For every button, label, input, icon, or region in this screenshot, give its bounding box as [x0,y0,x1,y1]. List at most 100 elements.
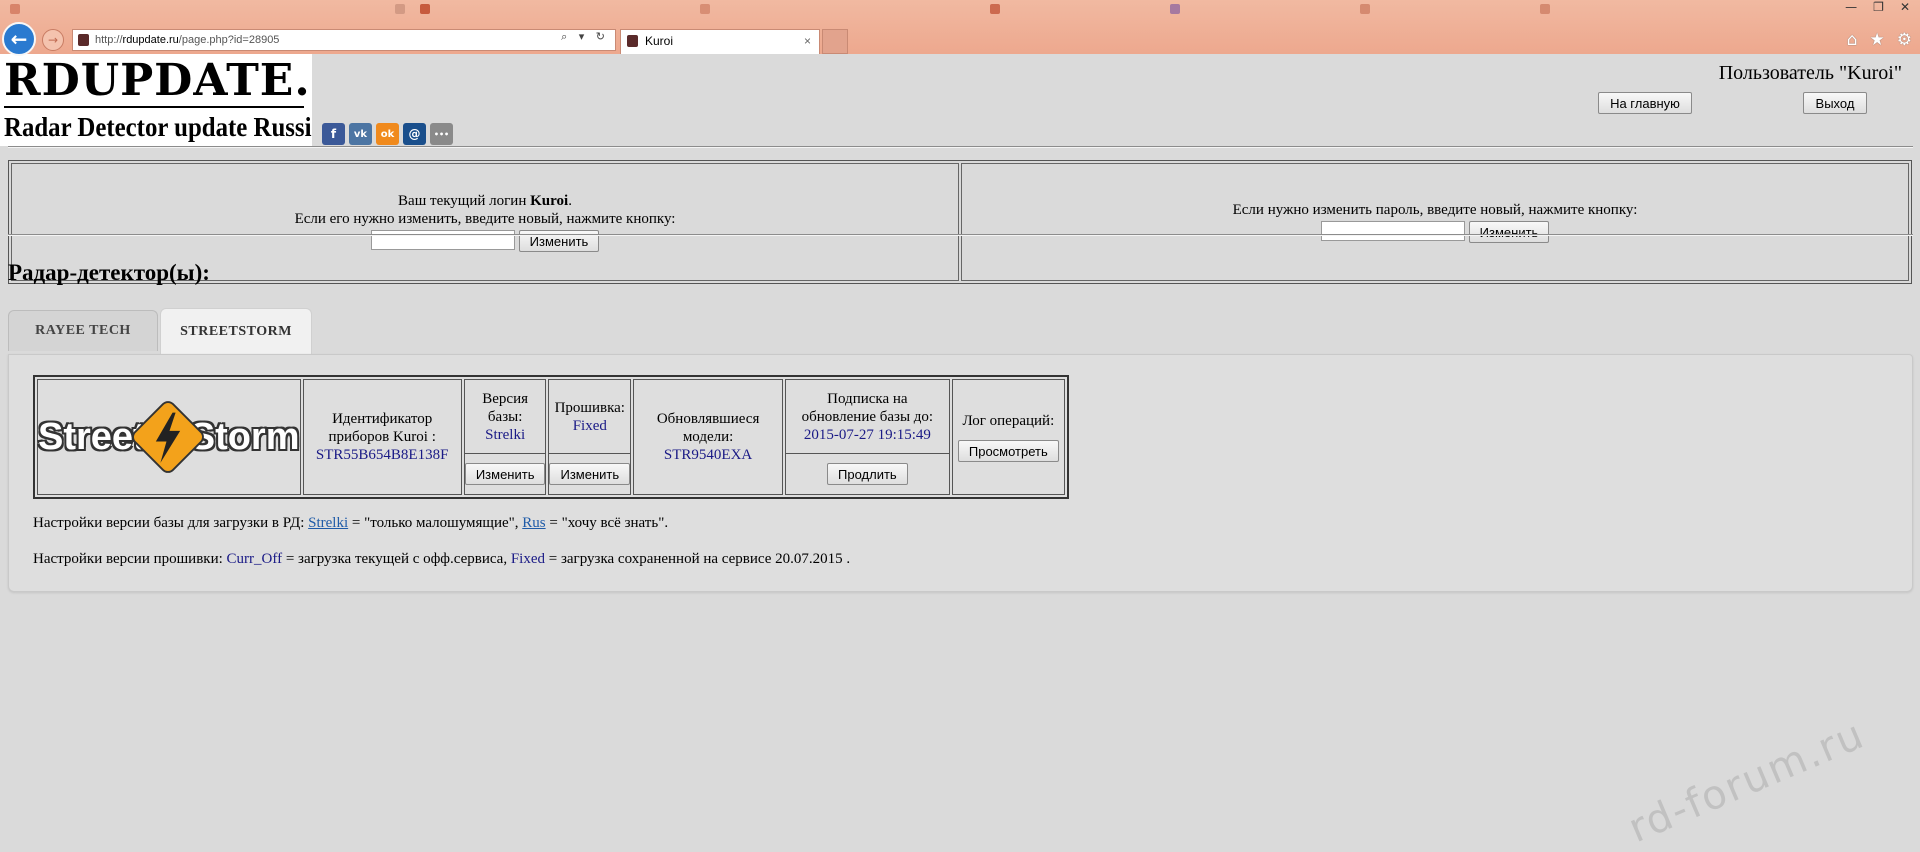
identifier-value: STR55B654B8E138F [315,447,449,463]
change-firmware-button[interactable]: Изменить [549,463,631,485]
tab-streetstorm[interactable]: STREETSTORM [160,308,312,354]
site-favicon-icon [78,34,89,46]
db-version-cell: Версия базы: Strelki Изменить [463,379,547,495]
updated-models-cell: Обновлявшиеся модели: STR9540EXA [633,379,784,495]
db-note-prefix: Настройки версии базы для загрузки в РД: [33,515,309,531]
fixed-option: Fixed [510,551,546,567]
divider [8,234,1913,236]
view-log-button[interactable]: Просмотреть [957,440,1059,462]
restore-icon[interactable]: ❐ [1873,0,1884,20]
current-login-prefix: Ваш текущий логин [398,193,531,209]
background-tab[interactable] [10,4,30,20]
logo-subtitle: Radar Detector update Russian site [4,112,312,142]
db-version-label: Версия базы: [482,390,529,425]
home-icon[interactable]: ⌂ [1847,30,1858,50]
background-tab[interactable] [1360,4,1520,20]
background-tab[interactable] [700,4,940,20]
db-note-suffix: = "хочу всё знать". [545,515,669,531]
tab-title: Kuroi [645,34,674,48]
db-settings-note: Настройки версии базы для загрузки в РД:… [33,515,668,532]
logout-button[interactable]: Выход [1803,92,1867,114]
change-login-hint: Если его нужно изменить, введите новый, … [294,211,676,227]
vkontakte-icon[interactable]: vk [349,123,372,145]
mail-icon[interactable]: @ [403,123,426,145]
firmware-settings-note: Настройки версии прошивки: Curr_Off = за… [33,551,850,568]
favorites-star-icon[interactable]: ★ [1870,30,1885,50]
new-login-input[interactable] [370,230,515,250]
log-cell: Лог операций: Просмотреть [951,379,1065,495]
fw-note-suffix: = загрузка сохраненной на сервисе 20.07.… [545,551,851,567]
curr-off-option: Curr_Off [226,551,283,567]
more-share-icon[interactable]: ••• [430,123,453,145]
device-table: Street Storm Идентификатор приборов Kuro… [33,375,1069,499]
user-title: Пользователь "Kuroi" [1718,62,1902,84]
section-title: Радар-детектор(ы): [8,260,210,285]
settings-gear-icon[interactable]: ⚙ [1897,30,1912,50]
lightning-bolt-icon [131,401,204,473]
address-bar[interactable]: http://rdupdate.ru/page.php?id=28905 ⌕ ▾… [72,29,616,51]
subscription-cell: Подписка на обновление базы до: 2015-07-… [785,379,950,495]
back-button[interactable]: ← [2,22,36,56]
account-settings-table: Ваш текущий логин Kuroi. Если его нужно … [8,160,1912,284]
tab-panel-streetstorm: Street Storm Идентификатор приборов Kuro… [8,354,1913,592]
new-tab-button[interactable] [822,29,848,54]
forward-button[interactable]: → [42,29,64,51]
background-tab[interactable] [1170,4,1350,20]
tab-rayee-tech[interactable]: RAYEE TECH [8,310,158,351]
identifier-label: Идентификатор приборов Kuroi : [328,411,436,445]
page-content: RDUPDATE.RU Radar Detector update Russia… [0,54,1920,852]
new-password-input[interactable] [1320,221,1465,241]
background-tab[interactable] [395,4,419,20]
current-login-suffix: . [568,193,572,209]
arrow-left-icon: ← [10,27,28,51]
facebook-icon[interactable]: f [322,123,345,145]
strelki-link[interactable]: Strelki [308,515,348,531]
address-bar-icons[interactable]: ⌕ ▾ ↻ [561,30,609,44]
background-tab[interactable] [420,4,650,20]
site-logo[interactable]: RDUPDATE.RU Radar Detector update Russia… [0,54,312,146]
firmware-info: Прошивка: Fixed [549,380,631,454]
streetstorm-logo-mark: Street Storm [37,399,301,475]
url-prefix: http:// [95,34,123,46]
logo-title: RDUPDATE.RU [4,55,312,106]
subscription-label: Подписка на обновление базы до: [801,390,934,425]
odnoklassniki-icon[interactable]: ok [376,123,399,145]
logo-word-storm: Storm [189,415,301,459]
share-buttons: f vk ok @ ••• [322,123,453,145]
subscription-value: 2015-07-27 19:15:49 [803,426,931,443]
background-tab[interactable] [990,4,1150,20]
active-browser-tab[interactable]: Kuroi × [620,29,820,54]
subscription-info: Подписка на обновление базы до: 2015-07-… [786,380,949,454]
updated-models-label: Обновлявшиеся модели: [656,411,760,445]
background-tab[interactable] [1540,4,1700,20]
current-login-value: Kuroi [530,193,569,209]
divider [8,146,1913,148]
tab-favicon-icon [627,35,638,47]
minimize-icon[interactable]: — [1845,0,1857,20]
url-path: /page.php?id=28905 [178,34,280,46]
current-login-text: Ваш текущий логин Kuroi. [398,192,572,210]
close-window-icon[interactable]: ✕ [1900,0,1910,20]
db-version-action: Изменить [464,454,546,494]
rus-link[interactable]: Rus [522,515,545,531]
close-tab-icon[interactable]: × [804,30,811,52]
subscription-action: Продлить [786,454,949,494]
background-tabs-strip [0,0,1800,26]
url-domain: rdupdate.ru [122,34,179,46]
logo-divider [4,106,304,108]
log-label: Лог операций: [962,413,1055,429]
change-db-version-button[interactable]: Изменить [464,463,546,485]
change-password-cell: Если нужно изменить пароль, введите новы… [961,163,1909,281]
db-note-mid: = "только малошумящие", [348,515,523,531]
firmware-label: Прошивка: [554,399,625,416]
identifier-cell: Идентификатор приборов Kuroi : STR55B654… [302,379,462,495]
home-button[interactable]: На главную [1598,92,1692,114]
change-password-hint: Если нужно изменить пароль, введите новы… [1232,202,1638,218]
browser-chrome: — ❐ ✕ ← → http://rdupdate.ru/page.php?id… [0,0,1920,56]
browser-toolbar-icons: ⌂ ★ ⚙ [1847,30,1912,50]
firmware-value: Fixed [572,417,607,434]
window-controls: — ❐ ✕ [1845,0,1910,20]
extend-subscription-button[interactable]: Продлить [827,463,908,485]
db-version-value: Strelki [485,426,526,443]
change-password-button[interactable]: Изменить [1468,221,1550,243]
